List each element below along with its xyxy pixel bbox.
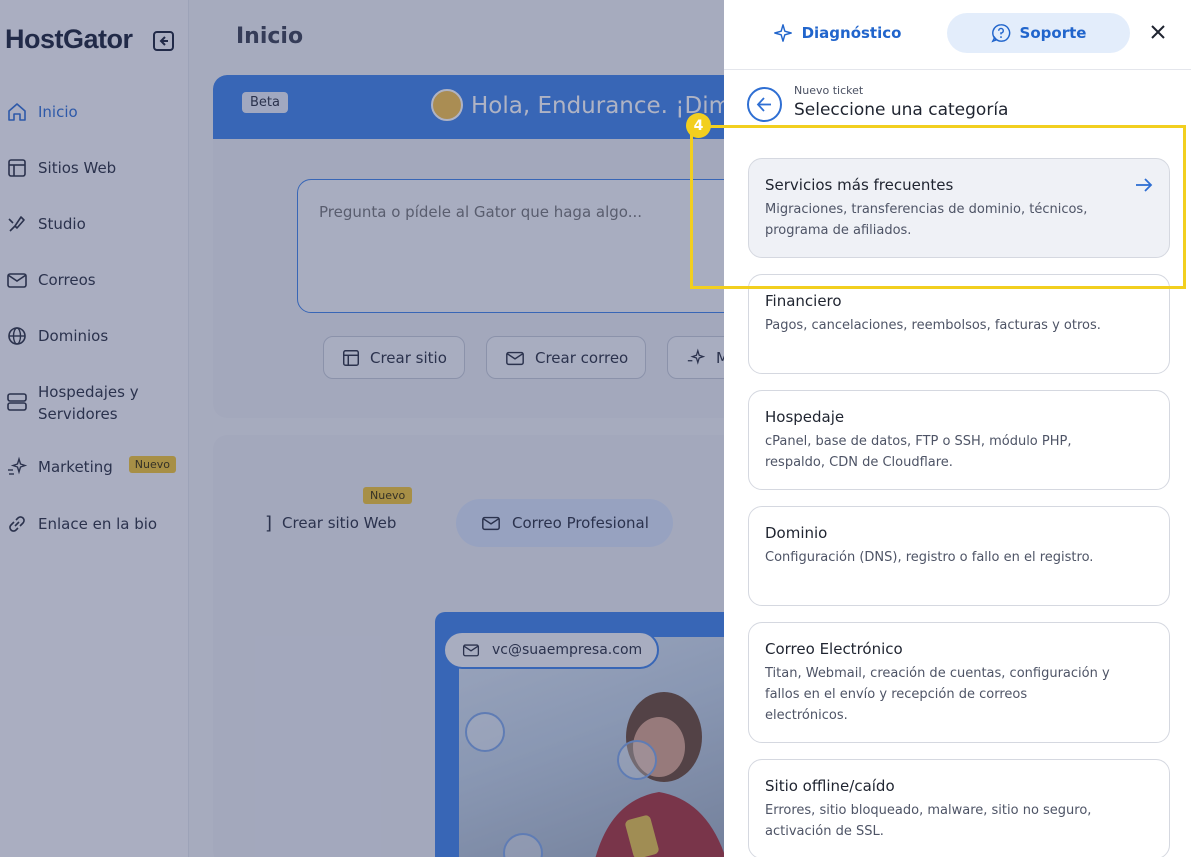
category-hospedaje[interactable]: Hospedaje cPanel, base de datos, FTP o S… (748, 390, 1170, 490)
arrow-left-icon (756, 97, 771, 112)
category-title: Hospedaje (765, 408, 845, 426)
category-description: Configuración (DNS), registro o fallo en… (765, 550, 1094, 565)
sparkle-icon (773, 24, 792, 42)
category-description: Errores, sitio bloqueado, malware, sitio… (765, 803, 1092, 839)
modal-overlay[interactable] (0, 0, 724, 857)
tutorial-highlight (690, 125, 1186, 289)
dashboard-app: HostGator Inicio Sitios Web Studio Corre… (0, 0, 724, 857)
category-title: Sitio offline/caído (765, 777, 895, 795)
tab-label: Diagnóstico (801, 24, 902, 42)
close-icon[interactable] (1148, 22, 1168, 42)
panel-header: Diagnóstico Soporte (724, 0, 1191, 70)
step-number-badge: 4 (686, 113, 711, 138)
breadcrumb: Nuevo ticket (794, 84, 864, 97)
category-description: cPanel, base de datos, FTP o SSH, módulo… (765, 434, 1072, 470)
category-correo-electronico[interactable]: Correo Electrónico Titan, Webmail, creac… (748, 622, 1170, 743)
back-button[interactable] (747, 87, 782, 122)
panel-title: Seleccione una categoría (794, 100, 1009, 120)
tab-label: Soporte (1019, 24, 1087, 42)
tab-diagnostico[interactable]: Diagnóstico (767, 13, 907, 53)
category-sitio-offline[interactable]: Sitio offline/caído Errores, sitio bloqu… (748, 759, 1170, 857)
category-title: Dominio (765, 524, 828, 542)
category-description: Pagos, cancelaciones, reembolsos, factur… (765, 318, 1101, 333)
help-chat-icon (990, 24, 1010, 43)
category-dominio[interactable]: Dominio Configuración (DNS), registro o … (748, 506, 1170, 606)
category-title: Correo Electrónico (765, 640, 903, 658)
tab-soporte[interactable]: Soporte (947, 13, 1130, 53)
category-financiero[interactable]: Financiero Pagos, cancelaciones, reembol… (748, 274, 1170, 374)
category-title: Financiero (765, 292, 842, 310)
category-description: Titan, Webmail, creación de cuentas, con… (765, 666, 1110, 723)
